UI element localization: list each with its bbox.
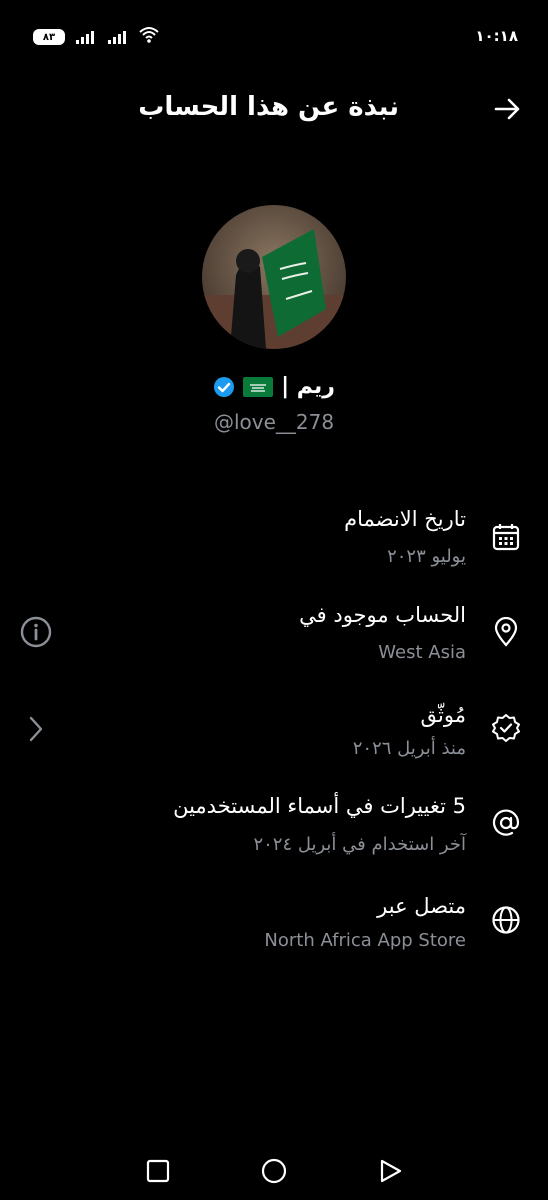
row-title-join-date: تاريخ الانضمام	[344, 507, 466, 531]
globe-icon	[492, 906, 520, 934]
signal-icon-2	[108, 29, 126, 44]
row-subtitle-connected-via: North Africa App Store	[264, 930, 466, 951]
saudi-flag-icon	[243, 376, 274, 397]
verified-badge-icon	[214, 376, 235, 397]
info-icon[interactable]	[20, 616, 52, 648]
row-subtitle-username-changes: آخر استخدام في أبريل ٢٠٢٤	[253, 834, 466, 855]
row-title-connected-via: متصل عبر	[377, 894, 466, 918]
recent-apps-button[interactable]	[145, 1158, 171, 1184]
avatar[interactable]	[202, 205, 346, 349]
back-arrow-icon[interactable]	[492, 94, 522, 124]
handle: @love__278	[213, 410, 335, 434]
status-time: ١٠:١٨	[475, 27, 518, 45]
row-subtitle-location: West Asia	[378, 642, 466, 663]
battery-icon: ٨٣	[33, 29, 65, 45]
row-subtitle-verified: منذ أبريل ٢٠٢٦	[352, 738, 466, 759]
calendar-icon	[492, 524, 520, 551]
signal-icon	[76, 29, 94, 44]
chevron-left-icon[interactable]	[20, 713, 52, 745]
home-button[interactable]	[261, 1158, 287, 1184]
row-subtitle-join-date: يوليو ٢٠٢٣	[387, 546, 466, 567]
at-sign-icon	[492, 809, 520, 836]
page-title: نبذة عن هذا الحساب	[138, 92, 399, 122]
location-pin-icon	[494, 617, 518, 647]
row-title-username-changes: 5 تغييرات في أسماء المستخدمين	[173, 794, 466, 818]
row-title-location: الحساب موجود في	[299, 603, 466, 627]
row-title-verified: مُوثّق	[420, 703, 466, 727]
profile-name-row: ريم |	[0, 374, 548, 399]
display-name: ريم |	[281, 374, 335, 399]
verified-check-icon	[492, 714, 520, 742]
back-nav-button[interactable]	[378, 1158, 404, 1184]
wifi-icon	[139, 27, 159, 43]
